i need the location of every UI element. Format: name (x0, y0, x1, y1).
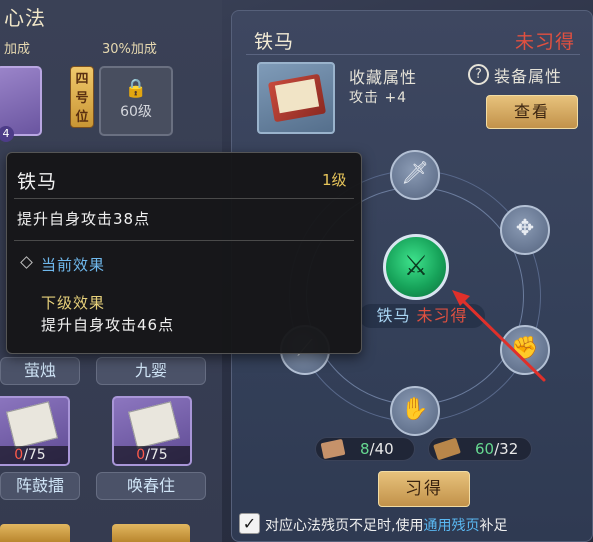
book-card-partial[interactable] (0, 524, 70, 542)
cross-icon[interactable]: ✥ (500, 205, 550, 255)
skill-pages-counter: 8/40 (315, 437, 415, 461)
locked-slot[interactable]: 🔒 60级 (99, 66, 173, 136)
learn-button[interactable]: 习得 (378, 471, 470, 507)
collect-attribute-label: 收藏属性 (349, 68, 418, 87)
tooltip-skill-level: 1级 (322, 171, 347, 189)
tooltip-divider (14, 240, 354, 241)
general-page-icon (433, 437, 461, 461)
slot-position-label: 四号位 (70, 66, 94, 128)
book-fragment-count: 0/75 (114, 446, 190, 464)
tooltip-description: 提升自身攻击38点 (17, 210, 151, 228)
tooltip-current-effect-label: 当前效果 (41, 256, 106, 274)
book-card-partial[interactable] (112, 524, 190, 542)
annotation-arrow (452, 290, 546, 382)
book-pages-icon (6, 401, 58, 449)
book-fragment-count: 0/75 (0, 446, 68, 464)
autofill-checkbox[interactable]: ✓ (239, 513, 260, 534)
skill-name: 铁马 (254, 31, 295, 53)
tooltip-divider (14, 198, 354, 199)
equipped-book-slot[interactable]: 4 (0, 66, 42, 142)
autofill-label: 对应心法残页不足时,使用通用残页补足 (265, 518, 508, 534)
lock-icon: 🔒 (124, 78, 148, 99)
general-pages-link: 通用残页 (423, 518, 480, 534)
tooltip-skill-name: 铁马 (17, 171, 58, 193)
active-skill-name: 铁马 (376, 306, 411, 325)
help-icon[interactable]: ? (468, 64, 489, 85)
general-pages-required: /32 (494, 440, 519, 458)
skill-tab-zhengulei[interactable]: 阵鼓擂 (0, 472, 80, 500)
general-pages-current: 60 (475, 440, 495, 458)
skill-page-icon (320, 438, 346, 460)
attack-stat: 攻击 +4 (349, 90, 408, 106)
bonus-right-label: 30%加成 (102, 42, 157, 57)
book-card-zhengu[interactable]: 0/75 (0, 396, 70, 466)
view-button[interactable]: 查看 (486, 95, 578, 129)
skill-tab-huanchunzhu[interactable]: 唤春住 (96, 472, 206, 500)
tooltip-next-effect-desc: 提升自身攻击46点 (41, 316, 175, 334)
skill-book-icon (257, 62, 335, 134)
equip-attribute-label[interactable]: 装备属性 (494, 63, 562, 87)
book-pages-icon (128, 401, 180, 449)
general-pages-counter: 60/32 (428, 437, 532, 461)
skill-pages-current: 8 (360, 440, 370, 458)
sword-icon[interactable]: 🗡 (390, 150, 440, 200)
skill-pages-required: /40 (369, 440, 394, 458)
skill-tab-yingzhu[interactable]: 萤烛 (0, 357, 80, 385)
header-divider (246, 54, 580, 55)
tooltip-next-effect-label: 下级效果 (41, 294, 106, 312)
left-panel-title: 心法 (4, 6, 46, 30)
skill-tab-jiuying[interactable]: 九婴 (96, 357, 206, 385)
skill-status: 未习得 (515, 31, 576, 53)
bonus-left-label: 加成 (4, 42, 31, 57)
locked-slot-level: 60级 (120, 104, 152, 120)
book-card-huanchun[interactable]: 0/75 (112, 396, 192, 466)
palm-icon[interactable]: ✋ (390, 386, 440, 436)
